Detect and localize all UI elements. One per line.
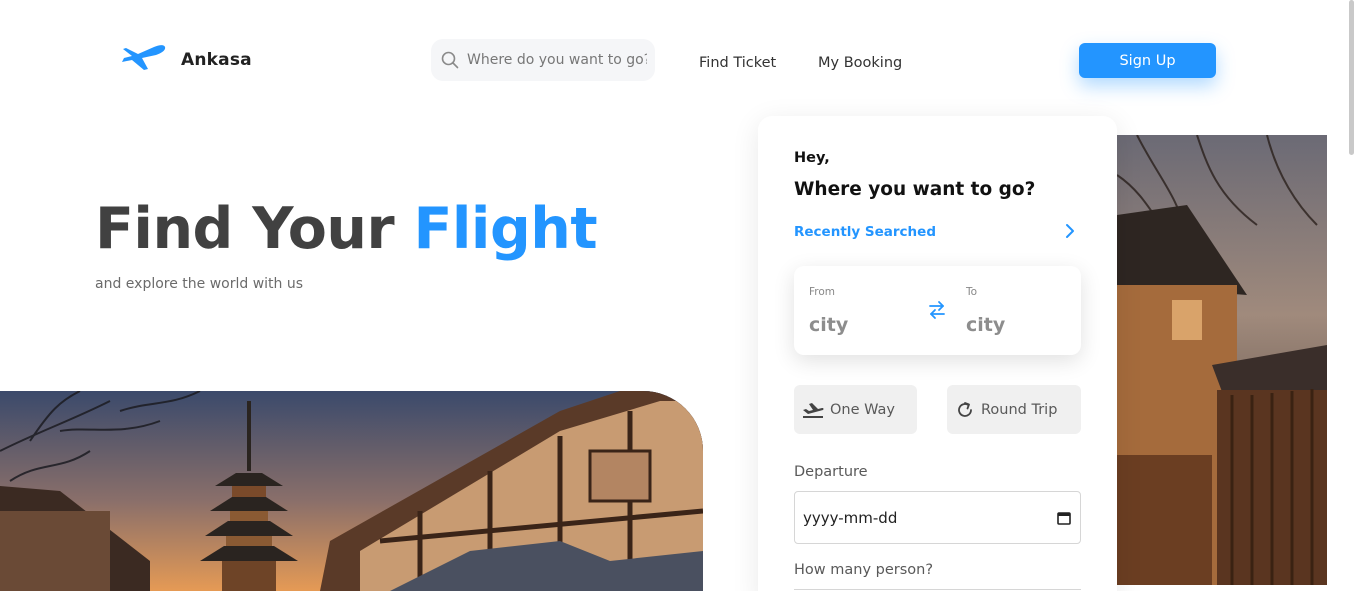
departure-label: Departure (794, 464, 868, 480)
from-city-field[interactable]: city (809, 314, 848, 336)
side-photo-street (1117, 135, 1327, 585)
plane-departure-icon (803, 402, 824, 418)
from-label: From (809, 286, 836, 298)
card-greeting: Hey, (794, 150, 830, 166)
persons-label: How many person? (794, 562, 934, 578)
round-trip-button[interactable]: Round Trip (947, 385, 1081, 434)
hero-photo-pagoda (0, 391, 703, 591)
hero-title: Find Your Flight (95, 196, 598, 262)
to-city-field[interactable]: city (966, 314, 1005, 336)
sign-up-button[interactable]: Sign Up (1079, 43, 1216, 78)
search-input[interactable] (467, 52, 647, 68)
calendar-icon[interactable] (1057, 511, 1071, 525)
hero-title-main: Find Your (95, 196, 414, 262)
refresh-icon (958, 401, 972, 417)
to-label: To (966, 286, 978, 298)
nav-my-booking[interactable]: My Booking (818, 55, 902, 71)
recently-searched-link[interactable]: Recently Searched (794, 224, 936, 240)
route-selector: From city To city (794, 266, 1081, 355)
swap-arrows-icon[interactable] (927, 300, 947, 320)
one-way-button[interactable]: One Way (794, 385, 917, 434)
departure-date-input[interactable]: yyyy-mm-dd (794, 491, 1081, 544)
brand-logo[interactable]: Ankasa (120, 44, 252, 76)
search-icon (441, 51, 459, 69)
nav-find-ticket[interactable]: Find Ticket (699, 55, 776, 71)
hero-title-accent: Flight (413, 196, 598, 262)
departure-date-value: yyyy-mm-dd (803, 508, 898, 527)
one-way-label: One Way (830, 401, 896, 418)
page-scrollbar[interactable] (1349, 0, 1354, 155)
brand-name: Ankasa (181, 50, 252, 70)
hero-subtitle: and explore the world with us (95, 276, 304, 292)
round-trip-label: Round Trip (981, 401, 1058, 418)
search-bar[interactable] (431, 39, 655, 81)
plane-logo-icon (122, 45, 166, 70)
flight-search-card: Hey, Where you want to go? Recently Sear… (758, 116, 1117, 591)
chevron-right-icon[interactable] (1063, 222, 1077, 240)
card-question: Where you want to go? (794, 179, 1036, 200)
